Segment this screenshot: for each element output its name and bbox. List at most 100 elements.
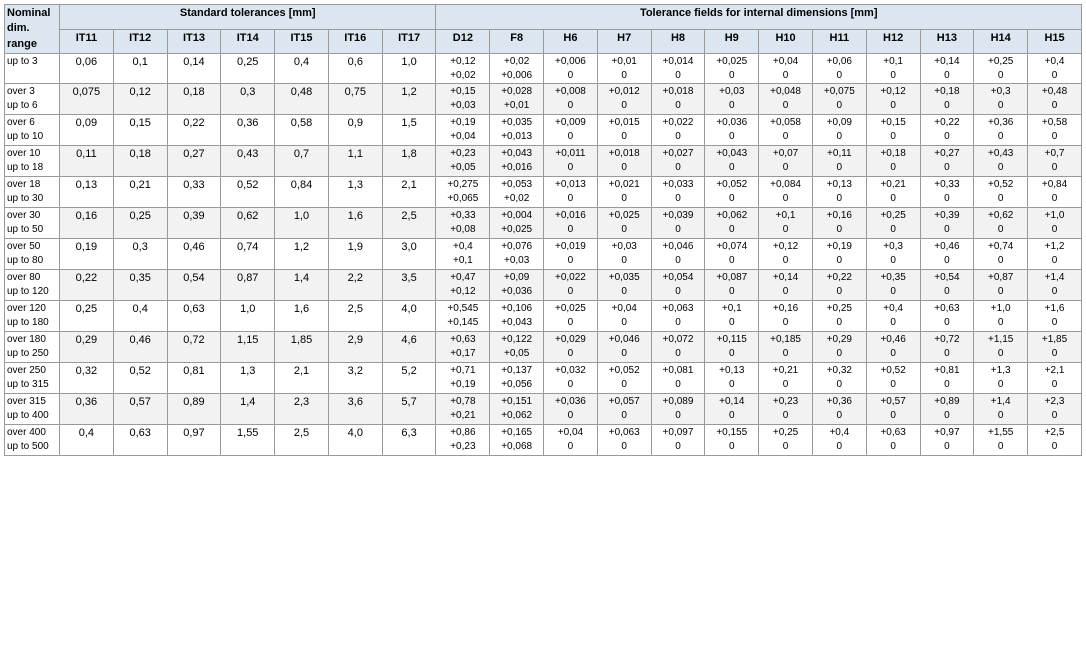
tolerance-table-container: Nominaldim.range Standard tolerances [mm… — [4, 4, 1082, 456]
h15-value: +1,60 — [1028, 301, 1082, 332]
it-value: 0,72 — [167, 332, 221, 363]
h7-value: +0,010 — [597, 54, 651, 84]
table-row: over 6up to 100,090,150,220,360,580,91,5… — [5, 115, 1082, 146]
it-value: 0,15 — [113, 115, 167, 146]
it-value: 1,0 — [275, 208, 329, 239]
f8-value: +0,053+0,02 — [490, 177, 544, 208]
h6-value: +0,0220 — [544, 270, 598, 301]
h9-value: +0,10 — [705, 301, 759, 332]
d12-value: +0,19+0,04 — [436, 115, 490, 146]
it-value: 0,14 — [167, 54, 221, 84]
it-value: 3,5 — [382, 270, 436, 301]
it-value: 0,36 — [60, 394, 114, 425]
h15-value: +0,840 — [1028, 177, 1082, 208]
it-value: 2,5 — [275, 425, 329, 456]
h11-value: +0,320 — [812, 363, 866, 394]
header-h12: H12 — [866, 29, 920, 54]
it-value: 2,2 — [328, 270, 382, 301]
f8-value: +0,165+0,068 — [490, 425, 544, 456]
h8-value: +0,0970 — [651, 425, 705, 456]
h15-value: +1,850 — [1028, 332, 1082, 363]
h12-value: +0,350 — [866, 270, 920, 301]
h8-value: +0,0460 — [651, 239, 705, 270]
it-value: 1,3 — [328, 177, 382, 208]
header-h10: H10 — [759, 29, 813, 54]
h7-value: +0,0460 — [597, 332, 651, 363]
f8-value: +0,09+0,036 — [490, 270, 544, 301]
header-h9: H9 — [705, 29, 759, 54]
it-value: 0,58 — [275, 115, 329, 146]
h9-value: +0,0250 — [705, 54, 759, 84]
it-value: 0,46 — [167, 239, 221, 270]
d12-value: +0,23+0,05 — [436, 146, 490, 177]
it-value: 3,0 — [382, 239, 436, 270]
d12-value: +0,47+0,12 — [436, 270, 490, 301]
h9-value: +0,0520 — [705, 177, 759, 208]
h11-value: +0,360 — [812, 394, 866, 425]
h15-value: +1,40 — [1028, 270, 1082, 301]
h13-value: +0,970 — [920, 425, 974, 456]
h14-value: +0,870 — [974, 270, 1028, 301]
it-value: 0,09 — [60, 115, 114, 146]
h13-value: +0,890 — [920, 394, 974, 425]
dim-range: over 250up to 315 — [5, 363, 60, 394]
f8-value: +0,035+0,013 — [490, 115, 544, 146]
d12-value: +0,15+0,03 — [436, 84, 490, 115]
f8-value: +0,02+0,006 — [490, 54, 544, 84]
header-h14: H14 — [974, 29, 1028, 54]
h8-value: +0,0540 — [651, 270, 705, 301]
h6-value: +0,0320 — [544, 363, 598, 394]
table-row: over 180up to 2500,290,460,721,151,852,9… — [5, 332, 1082, 363]
it-value: 2,1 — [275, 363, 329, 394]
it-value: 0,25 — [221, 54, 275, 84]
it-value: 1,15 — [221, 332, 275, 363]
h9-value: +0,0620 — [705, 208, 759, 239]
h14-value: +1,30 — [974, 363, 1028, 394]
table-row: over 80up to 1200,220,350,540,871,42,23,… — [5, 270, 1082, 301]
h7-value: +0,0120 — [597, 84, 651, 115]
it-value: 0,13 — [60, 177, 114, 208]
h9-value: +0,0870 — [705, 270, 759, 301]
h15-value: +2,30 — [1028, 394, 1082, 425]
h14-value: +0,250 — [974, 54, 1028, 84]
header-h11: H11 — [812, 29, 866, 54]
d12-value: +0,545+0,145 — [436, 301, 490, 332]
h13-value: +0,630 — [920, 301, 974, 332]
h15-value: +1,20 — [1028, 239, 1082, 270]
h12-value: +0,250 — [866, 208, 920, 239]
h15-value: +2,10 — [1028, 363, 1082, 394]
it-value: 1,2 — [275, 239, 329, 270]
f8-value: +0,076+0,03 — [490, 239, 544, 270]
f8-value: +0,106+0,043 — [490, 301, 544, 332]
it-value: 1,55 — [221, 425, 275, 456]
it-value: 1,8 — [382, 146, 436, 177]
header-f8: F8 — [490, 29, 544, 54]
h10-value: +0,1850 — [759, 332, 813, 363]
h10-value: +0,120 — [759, 239, 813, 270]
it-value: 0,21 — [113, 177, 167, 208]
it-value: 1,6 — [275, 301, 329, 332]
h11-value: +0,290 — [812, 332, 866, 363]
h10-value: +0,0840 — [759, 177, 813, 208]
it-value: 3,2 — [328, 363, 382, 394]
h6-value: +0,0290 — [544, 332, 598, 363]
h11-value: +0,190 — [812, 239, 866, 270]
header-it11: IT11 — [60, 29, 114, 54]
it-value: 0,19 — [60, 239, 114, 270]
dim-range: over 10up to 18 — [5, 146, 60, 177]
h11-value: +0,250 — [812, 301, 866, 332]
h8-value: +0,0810 — [651, 363, 705, 394]
it-value: 0,57 — [113, 394, 167, 425]
h13-value: +0,540 — [920, 270, 974, 301]
it-value: 5,2 — [382, 363, 436, 394]
it-value: 0,39 — [167, 208, 221, 239]
h12-value: +0,520 — [866, 363, 920, 394]
table-row: over 315up to 4000,360,570,891,42,33,65,… — [5, 394, 1082, 425]
h8-value: +0,0220 — [651, 115, 705, 146]
table-row: over 250up to 3150,320,520,811,32,13,25,… — [5, 363, 1082, 394]
h9-value: +0,130 — [705, 363, 759, 394]
h14-value: +0,520 — [974, 177, 1028, 208]
it-value: 0,6 — [328, 54, 382, 84]
header-d12: D12 — [436, 29, 490, 54]
header-it15: IT15 — [275, 29, 329, 54]
